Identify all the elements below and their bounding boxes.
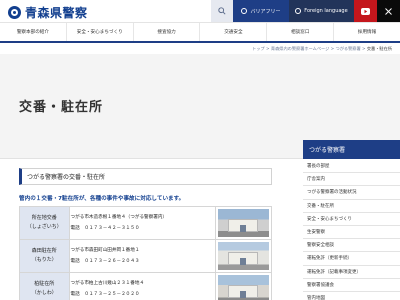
station-photo xyxy=(217,275,269,300)
sidebar-item-council[interactable]: 警察署協議会 xyxy=(303,279,400,292)
station-reading: （かしわ） xyxy=(31,290,57,296)
station-photo-cell xyxy=(214,239,273,273)
nav-item-traffic[interactable]: 交通安全 xyxy=(200,23,268,41)
foreign-language-button[interactable]: Foreign language xyxy=(289,0,354,22)
breadcrumb-link-tsugaru[interactable]: つがる警察署 xyxy=(336,46,361,51)
sidebar-item-activities[interactable]: つがる警察署の活動状況 xyxy=(303,186,400,200)
sidebar-item-area-map[interactable]: 管内地図 xyxy=(303,292,400,300)
foreign-language-label: Foreign language xyxy=(304,8,348,14)
youtube-icon xyxy=(361,7,370,15)
sidebar-item-community-safety[interactable]: 生安警察 xyxy=(303,226,400,240)
breadcrumb-separator: > xyxy=(330,46,335,51)
breadcrumb: トップ > 青森県内の警察署ホームページ > つがる警察署 > 交番・駐在所 xyxy=(252,46,392,52)
station-address: つがる市木造赤根１番地４（つがる警察署内） xyxy=(70,215,168,220)
station-name: 柏駐在所 xyxy=(34,281,55,287)
station-photo-cell xyxy=(214,272,273,300)
logo-text: 青森県警察 xyxy=(25,6,88,20)
station-reading: （しょざいち） xyxy=(26,224,62,230)
breadcrumb-separator: > xyxy=(362,46,366,51)
site-header: 青森県警察 バリアフリー Foreign language xyxy=(0,0,400,22)
station-address: つがる市柏上古川幾山２３１番地４ xyxy=(70,281,145,286)
x-button[interactable] xyxy=(377,0,400,22)
nav-item-consultation[interactable]: 相談窓口 xyxy=(267,23,335,41)
nav-item-about[interactable]: 警察本部の紹介 xyxy=(0,23,67,41)
station-name-cell: 森田駐在所 （もりた） xyxy=(19,239,70,273)
sidebar-item-consultation[interactable]: 警察安全相談 xyxy=(303,239,400,253)
station-name-cell: 柏駐在所 （かしわ） xyxy=(19,272,70,300)
search-button[interactable] xyxy=(211,0,233,22)
table-row: 所在地交番 （しょざいち） つがる市木造赤根１番地４（つがる警察署内） 電話 ０… xyxy=(19,206,273,240)
sidebar-item-koban[interactable]: 交番・駐在所 xyxy=(303,200,400,213)
site-logo[interactable]: 青森県警察 xyxy=(8,4,88,21)
station-info-cell: つがる市木造赤根１番地４（つがる警察署内） 電話 ０１７３－４２－３１５０ xyxy=(68,206,216,240)
nav-item-safety[interactable]: 安全・安心まちづくり xyxy=(67,23,134,41)
station-phone: 電話 ０１７３－２５－２０２０ xyxy=(70,292,140,297)
section-heading: つがる警察署の交番・駐在所 xyxy=(19,168,272,185)
sidebar-item-safety[interactable]: 安全・安心まちづくり xyxy=(303,213,400,226)
sidebar-menu: 署長の部屋 庁舎案内 つがる警察署の活動状況 交番・駐在所 安全・安心まちづくり… xyxy=(303,160,400,300)
accessibility-icon xyxy=(241,8,248,14)
breadcrumb-separator: > xyxy=(266,46,270,51)
x-icon xyxy=(385,7,392,15)
page-title: 交番・駐在所 xyxy=(19,100,104,115)
globe-icon xyxy=(295,8,302,14)
sidebar-item-building-guide[interactable]: 庁舎案内 xyxy=(303,173,400,187)
youtube-button[interactable] xyxy=(354,0,377,22)
sidebar-item-chief-room[interactable]: 署長の部屋 xyxy=(303,160,400,174)
global-nav: 警察本部の紹介 安全・安心まちづくり 捜査協力 交通安全 相談窓口 採用情報 xyxy=(0,22,400,43)
station-info-cell: つがる市森田町山田井岡１番地１ 電話 ０１７３－２６－２０４３ xyxy=(68,239,216,273)
sidebar-item-license-renewal[interactable]: 運転免許（更新手続） xyxy=(303,252,400,266)
search-icon xyxy=(218,7,226,15)
station-photo-cell xyxy=(214,206,273,240)
station-photo xyxy=(217,242,269,270)
breadcrumb-current: 交番・駐在所 xyxy=(366,46,392,51)
sidebar-heading[interactable]: つがる警察署 xyxy=(303,140,400,159)
intro-text: 管内の１交番・7駐在所が、各種の事件や事故に対応しています。 xyxy=(19,196,185,202)
station-address: つがる市森田町山田井岡１番地１ xyxy=(70,248,140,253)
station-phone: 電話 ０１７３－４２－３１５０ xyxy=(70,226,140,231)
station-info-cell: つがる市柏上古川幾山２３１番地４ 電話 ０１７３－２５－２０２０ xyxy=(68,272,216,300)
station-name: 所在地交番 xyxy=(31,215,57,221)
breadcrumb-link-stations[interactable]: 青森県内の警察署ホームページ xyxy=(271,46,329,51)
station-phone: 電話 ０１７３－２６－２０４３ xyxy=(70,259,140,264)
barrier-free-label: バリアフリー xyxy=(250,8,281,15)
nav-item-recruitment[interactable]: 採用情報 xyxy=(334,23,400,41)
table-row: 森田駐在所 （もりた） つがる市森田町山田井岡１番地１ 電話 ０１７３－２６－２… xyxy=(19,239,273,273)
station-photo xyxy=(217,209,269,237)
breadcrumb-link-top[interactable]: トップ xyxy=(252,46,265,51)
nav-item-investigation[interactable]: 捜査協力 xyxy=(134,23,201,41)
stations-table: 所在地交番 （しょざいち） つがる市木造赤根１番地４（つがる警察署内） 電話 ０… xyxy=(19,206,273,300)
station-name: 森田駐在所 xyxy=(31,248,57,254)
sidebar-item-license-change[interactable]: 運転免許（記載事項変更） xyxy=(303,266,400,279)
table-row: 柏駐在所 （かしわ） つがる市柏上古川幾山２３１番地４ 電話 ０１７３－２５－２… xyxy=(19,272,273,300)
station-name-cell: 所在地交番 （しょざいち） xyxy=(19,206,70,240)
station-reading: （もりた） xyxy=(31,257,57,263)
police-emblem-icon xyxy=(8,6,21,19)
barrier-free-button[interactable]: バリアフリー xyxy=(233,0,289,22)
